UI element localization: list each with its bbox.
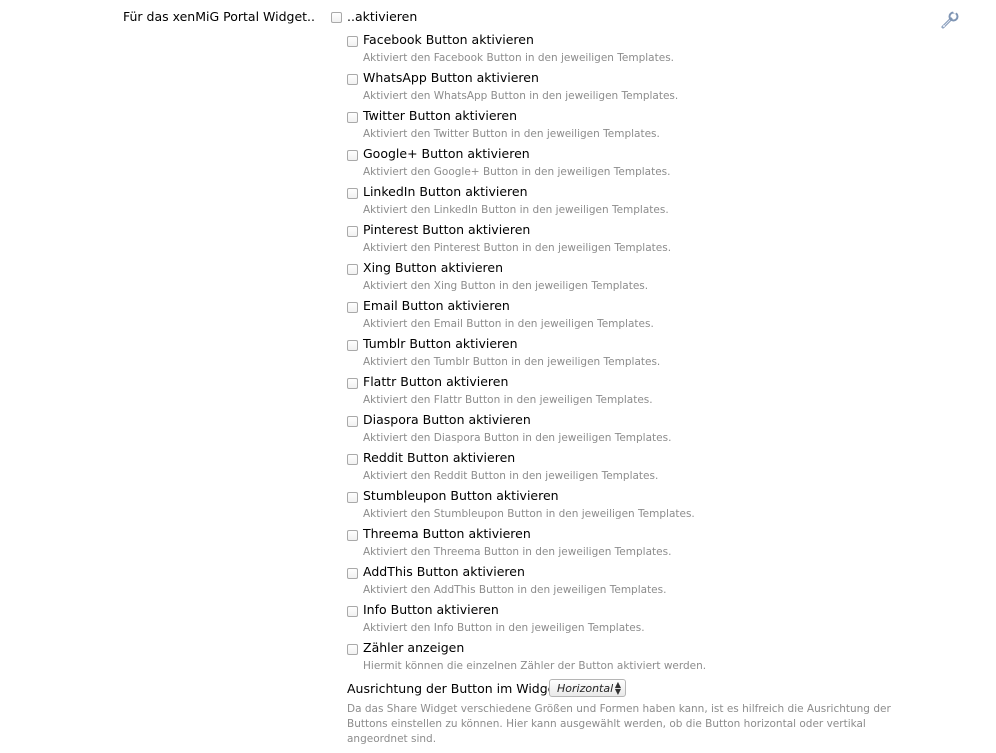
option-row: Xing Button aktivieren Aktiviert den Xing… — [347, 260, 967, 298]
option-row: Google+ Button aktivieren Aktiviert den G… — [347, 146, 967, 184]
option-row: Threema Button aktivieren Aktiviert den T… — [347, 526, 967, 564]
option-hint: Aktiviert den AddThis Button in den jewe… — [363, 584, 667, 596]
option-hint: Aktiviert den Info Button in den jeweili… — [363, 622, 645, 634]
option-label[interactable]: Pinterest Button aktivieren — [363, 222, 530, 237]
wrench-icon[interactable] — [940, 8, 960, 30]
option-label[interactable]: Stumbleupon Button aktivieren — [363, 488, 559, 503]
option-row: Stumbleupon Button aktivieren Aktiviert d… — [347, 488, 967, 526]
option-checkbox[interactable] — [347, 568, 358, 579]
option-label[interactable]: AddThis Button aktivieren — [363, 564, 525, 579]
option-row: AddThis Button aktivieren Aktiviert den A… — [347, 564, 967, 602]
option-checkbox[interactable] — [347, 150, 358, 161]
option-hint: Aktiviert den Xing Button in den jeweili… — [363, 280, 649, 292]
widget-section-label: Für das xenMiG Portal Widget.. — [122, 9, 315, 24]
option-hint: Aktiviert den Diaspora Button in den jew… — [363, 432, 672, 444]
option-hint: Aktiviert den WhatsApp Button in den jew… — [363, 90, 679, 102]
option-checkbox[interactable] — [347, 264, 358, 275]
option-checkbox[interactable] — [347, 492, 358, 503]
option-checkbox[interactable] — [347, 454, 358, 465]
option-row: Diaspora Button aktivieren Aktiviert den … — [347, 412, 967, 450]
option-hint: Aktiviert den Google+ Button in den jewe… — [363, 166, 671, 178]
option-label[interactable]: Flattr Button aktivieren — [363, 374, 508, 389]
option-row: Flattr Button aktivieren Aktiviert den Fl… — [347, 374, 967, 412]
option-hint: Aktiviert den Twitter Button in den jewe… — [363, 128, 660, 140]
option-label[interactable]: Facebook Button aktivieren — [363, 32, 534, 47]
option-row: Info Button aktivieren Aktiviert den Info… — [347, 602, 967, 640]
option-label[interactable]: Info Button aktivieren — [363, 602, 499, 617]
option-hint: Aktiviert den Reddit Button in den jewei… — [363, 470, 659, 482]
option-checkbox[interactable] — [347, 644, 358, 655]
option-row: Twitter Button aktivieren Aktiviert den T… — [347, 108, 967, 146]
option-hint: Aktiviert den Flattr Button in den jewei… — [363, 394, 653, 406]
option-label[interactable]: Google+ Button aktivieren — [363, 146, 530, 161]
option-label[interactable]: Diaspora Button aktivieren — [363, 412, 531, 427]
option-label[interactable]: LinkedIn Button aktivieren — [363, 184, 528, 199]
option-label[interactable]: Threema Button aktivieren — [363, 526, 531, 541]
option-checkbox[interactable] — [347, 74, 358, 85]
option-hint: Aktiviert den Facebook Button in den jew… — [363, 52, 675, 64]
option-row: Reddit Button aktivieren Aktiviert den Re… — [347, 450, 967, 488]
option-label[interactable]: Reddit Button aktivieren — [363, 450, 515, 465]
option-checkbox[interactable] — [347, 188, 358, 199]
option-row: WhatsApp Button aktivieren Aktiviert den … — [347, 70, 967, 108]
alignment-label: Ausrichtung der Button im Widget — [347, 681, 561, 696]
activate-widget-label[interactable]: ..aktivieren — [347, 9, 417, 24]
option-hint: Aktiviert den LinkedIn Button in den jew… — [363, 204, 669, 216]
option-label[interactable]: Zähler anzeigen — [363, 640, 464, 655]
option-label[interactable]: Twitter Button aktivieren — [363, 108, 517, 123]
option-checkbox[interactable] — [347, 226, 358, 237]
option-hint: Aktiviert den Stumbleupon Button in den … — [363, 508, 695, 520]
option-row: LinkedIn Button aktivieren Aktiviert den … — [347, 184, 967, 222]
option-label[interactable]: Tumblr Button aktivieren — [363, 336, 518, 351]
option-checkbox[interactable] — [347, 416, 358, 427]
option-row: Facebook Button aktivieren Aktiviert den … — [347, 32, 967, 70]
option-checkbox[interactable] — [347, 302, 358, 313]
option-checkbox[interactable] — [347, 530, 358, 541]
option-checkbox[interactable] — [347, 112, 358, 123]
option-hint: Aktiviert den Tumblr Button in den jewei… — [363, 356, 661, 368]
option-row: Pinterest Button aktivieren Aktiviert den… — [347, 222, 967, 260]
alignment-selected-value: Horizontal — [557, 682, 614, 695]
option-hint: Hiermit können die einzelnen Zähler der … — [363, 660, 707, 672]
option-row: Zähler anzeigen Hiermit können die einzel… — [347, 640, 967, 678]
option-hint: Aktiviert den Threema Button in den jewe… — [363, 546, 672, 558]
option-hint: Aktiviert den Email Button in den jeweil… — [363, 318, 654, 330]
option-checkbox[interactable] — [347, 378, 358, 389]
option-row: Email Button aktivieren Aktiviert den Ema… — [347, 298, 967, 336]
option-label[interactable]: Xing Button aktivieren — [363, 260, 503, 275]
option-checkbox[interactable] — [347, 340, 358, 351]
option-checkbox[interactable] — [347, 606, 358, 617]
option-row: Tumblr Button aktivieren Aktiviert den Tu… — [347, 336, 967, 374]
activate-widget-checkbox[interactable] — [331, 12, 342, 23]
alignment-hint: Da das Share Widget verschiedene Größen … — [347, 703, 891, 745]
option-checkbox[interactable] — [347, 36, 358, 47]
option-label[interactable]: Email Button aktivieren — [363, 298, 510, 313]
option-label[interactable]: WhatsApp Button aktivieren — [363, 70, 539, 85]
option-hint: Aktiviert den Pinterest Button in den je… — [363, 242, 672, 254]
select-arrows-icon: ▲ ▼ — [614, 680, 621, 696]
alignment-select[interactable]: Horizontal ▲ ▼ — [549, 679, 626, 697]
